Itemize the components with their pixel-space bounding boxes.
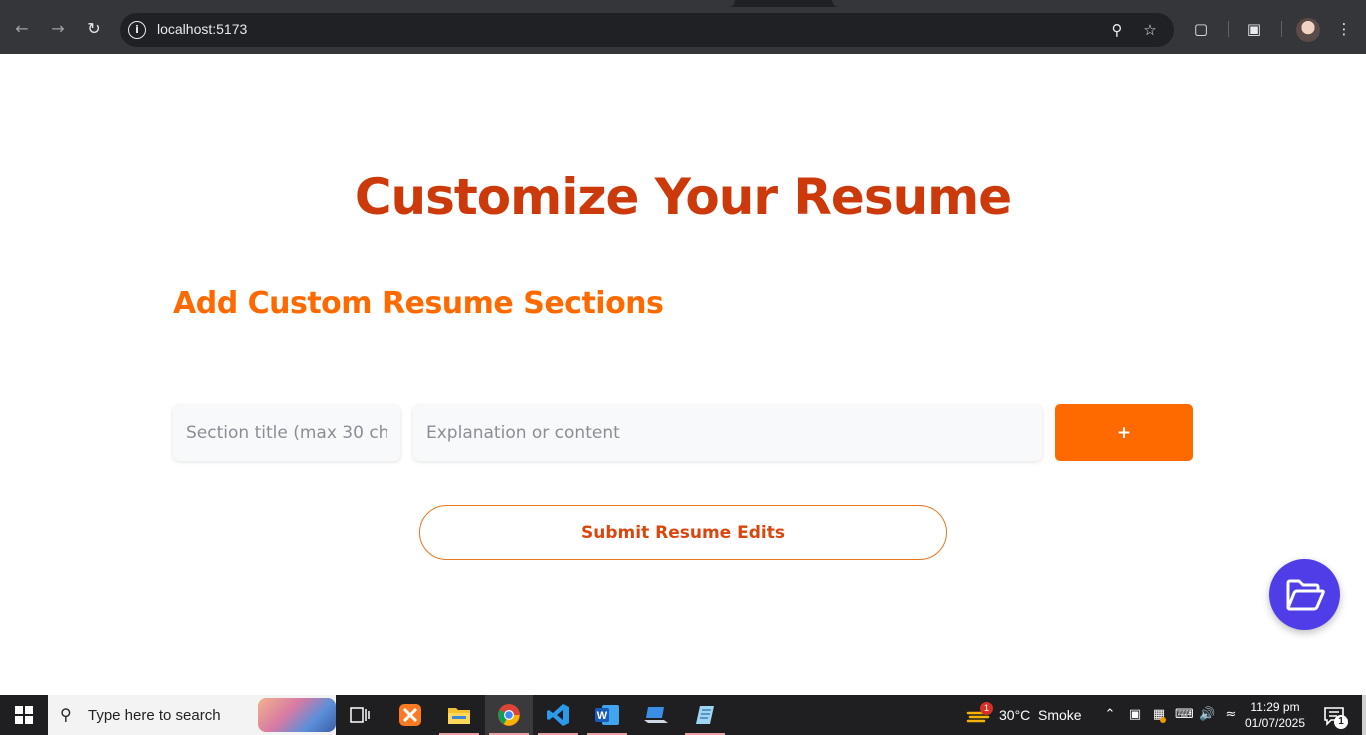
- page-title: Customize Your Resume: [354, 168, 1012, 226]
- section-title-input[interactable]: [173, 405, 400, 461]
- section-heading: Add Custom Resume Sections: [173, 286, 664, 321]
- meet-now-icon[interactable]: ▣: [1127, 707, 1143, 723]
- search-icon: ⚲: [60, 705, 72, 724]
- toolbar-divider: [1281, 21, 1282, 37]
- menu-kebab-icon[interactable]: ⋮: [1333, 18, 1355, 40]
- forward-icon[interactable]: →: [47, 18, 69, 40]
- tray-alert-dot: [1160, 717, 1166, 723]
- windows-logo-icon: [15, 706, 33, 724]
- address-bar[interactable]: i localhost:5173 ⚲ ☆: [120, 13, 1174, 47]
- chevron-up-icon[interactable]: ⌃: [1102, 707, 1118, 723]
- show-desktop-button[interactable]: [1362, 695, 1366, 735]
- tab-search-icon[interactable]: ▣: [1243, 18, 1265, 40]
- vscode-icon[interactable]: [534, 695, 582, 735]
- extensions-icon[interactable]: ▢: [1190, 18, 1212, 40]
- taskbar-search[interactable]: ⚲ Type here to search: [48, 695, 336, 735]
- volume-icon[interactable]: 🔊: [1199, 707, 1215, 723]
- toolbar-divider: [1228, 21, 1229, 37]
- section-content-input[interactable]: [413, 405, 1042, 461]
- task-view-icon[interactable]: [336, 695, 384, 735]
- wifi-icon[interactable]: ≈: [1223, 707, 1239, 723]
- weather-temperature: 30°C: [999, 707, 1031, 723]
- clock[interactable]: 11:29 pm 01/07/2025: [1244, 699, 1306, 731]
- laptop-app-icon[interactable]: [632, 695, 680, 735]
- site-info-icon[interactable]: i: [128, 21, 146, 39]
- submit-resume-button[interactable]: Submit Resume Edits: [419, 505, 947, 560]
- weather-description: Smoke: [1038, 707, 1082, 723]
- url-text[interactable]: localhost:5173: [157, 21, 247, 37]
- xampp-icon[interactable]: [386, 695, 434, 735]
- keyboard-language-icon[interactable]: ⌨: [1175, 707, 1194, 723]
- file-explorer-icon[interactable]: [435, 695, 483, 735]
- notification-count-badge: 1: [1334, 715, 1348, 729]
- taskbar: ⚲ Type here to search W 1 30°C Smoke ⌃ ▣: [0, 695, 1366, 735]
- active-tab[interactable]: [0, 0, 735, 7]
- word-icon[interactable]: W: [583, 695, 631, 735]
- notification-center-button[interactable]: 1: [1320, 703, 1350, 729]
- clock-date: 01/07/2025: [1244, 716, 1306, 730]
- saved-resumes-fab[interactable]: [1269, 559, 1340, 630]
- weather-badge: 1: [980, 702, 993, 715]
- chrome-taskbar-icon[interactable]: [485, 695, 533, 735]
- folder-open-icon: [1286, 579, 1325, 610]
- search-highlight-image: [258, 698, 336, 732]
- notes-app-icon[interactable]: [681, 695, 729, 735]
- svg-text:W: W: [597, 710, 608, 722]
- zoom-icon[interactable]: ⚲: [1108, 21, 1126, 39]
- windows-start-button[interactable]: [0, 695, 48, 735]
- page-content: Customize Your Resume Add Custom Resume …: [0, 54, 1366, 695]
- browser-toolbar: ← → ↻ i localhost:5173 ⚲ ☆ ▢ ▣ ⋮: [0, 0, 1366, 54]
- reload-icon[interactable]: ↻: [83, 18, 105, 40]
- back-icon[interactable]: ←: [11, 18, 33, 40]
- add-section-button[interactable]: +: [1055, 404, 1193, 461]
- profile-avatar[interactable]: [1296, 18, 1320, 42]
- inactive-tab[interactable]: [832, 0, 1366, 7]
- clock-time: 11:29 pm: [1250, 700, 1300, 714]
- taskbar-search-placeholder: Type here to search: [88, 707, 221, 724]
- bookmark-star-icon[interactable]: ☆: [1141, 21, 1159, 39]
